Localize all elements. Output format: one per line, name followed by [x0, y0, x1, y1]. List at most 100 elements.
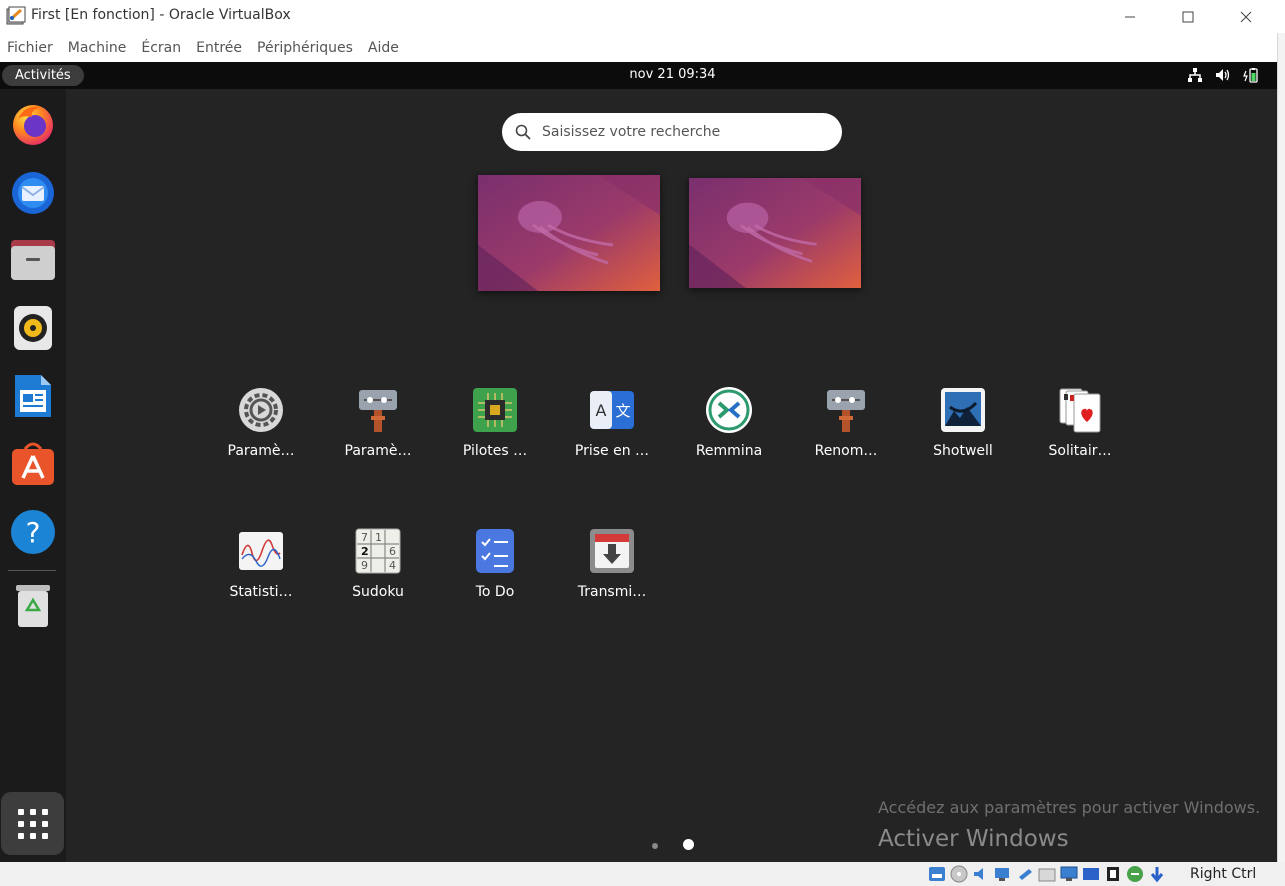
gnome-top-bar: Activités nov 21 09:34: [0, 62, 1277, 89]
cards-icon: [1059, 388, 1101, 433]
show-apps-button[interactable]: [1, 792, 64, 855]
workspace-thumbnail-1[interactable]: [478, 175, 660, 291]
virtualbox-app-icon: [6, 6, 26, 25]
optical-drive-icon[interactable]: [949, 865, 969, 883]
app-prise-en-charge-langues[interactable]: A 文 Prise en …: [557, 386, 667, 459]
svg-text:1: 1: [375, 531, 382, 544]
dock-writer[interactable]: [8, 371, 58, 421]
search-input[interactable]: [540, 123, 810, 141]
svg-text:4: 4: [389, 559, 396, 572]
network-icon: [1188, 68, 1202, 82]
windows-activation-title: Activer Windows: [878, 826, 1069, 852]
menu-fichier[interactable]: Fichier: [7, 37, 53, 59]
host-status-bar: Right Ctrl: [0, 862, 1285, 886]
svg-text:?: ?: [26, 516, 41, 549]
tweaks-icon: [359, 390, 397, 432]
windows-activation-subtitle: Accédez aux paramètres pour activer Wind…: [878, 798, 1261, 817]
shared-folder-icon[interactable]: [1037, 865, 1057, 883]
video-capture-icon[interactable]: [1081, 865, 1101, 883]
workspace-thumbnail-2[interactable]: [689, 178, 861, 288]
host-key-arrow-icon[interactable]: [1147, 865, 1167, 883]
app-solitaire[interactable]: Solitair…: [1025, 386, 1135, 459]
menu-entree[interactable]: Entrée: [196, 37, 242, 59]
download-icon: [590, 529, 634, 573]
dock-trash[interactable]: [8, 581, 58, 631]
page-indicator-2-active[interactable]: [683, 839, 694, 850]
menu-peripheriques[interactable]: Périphériques: [257, 37, 353, 59]
app-statistiques[interactable]: Statisti…: [206, 527, 316, 600]
rename-icon: [827, 390, 865, 432]
remote-desktop-icon: [706, 387, 752, 433]
app-grid-icon: [17, 808, 48, 839]
minimize-button[interactable]: [1101, 0, 1159, 33]
gear-icon: [239, 388, 283, 432]
maximize-icon: [1182, 11, 1194, 22]
dock-files[interactable]: [8, 235, 58, 285]
checklist-icon: [476, 529, 514, 573]
host-key-label: Right Ctrl: [1190, 866, 1257, 882]
search-icon: [515, 124, 531, 140]
audio-icon[interactable]: [971, 865, 991, 883]
dock-firefox[interactable]: [8, 99, 58, 149]
folder-icon: [11, 240, 55, 280]
app-label: Transmi…: [577, 584, 647, 600]
wallpaper-jellyfish: [478, 175, 660, 291]
window-title-bar: First [En fonction] - Oracle VirtualBox: [0, 0, 1285, 33]
hard-disk-icon[interactable]: [927, 865, 947, 883]
maximize-button[interactable]: [1159, 0, 1217, 33]
app-parametres[interactable]: Paramè…: [206, 386, 316, 459]
display-icon[interactable]: [1059, 865, 1079, 883]
document-icon: [15, 375, 51, 417]
svg-text:9: 9: [361, 559, 368, 572]
app-label: Sudoku: [352, 584, 404, 600]
app-remmina[interactable]: Remmina: [674, 386, 784, 459]
page-indicator-1[interactable]: [652, 843, 658, 849]
app-label: Paramè…: [227, 443, 295, 459]
overview-search[interactable]: [502, 113, 842, 151]
clock[interactable]: nov 21 09:34: [0, 67, 1277, 82]
app-label: Pilotes …: [462, 443, 528, 459]
system-tray[interactable]: [1187, 67, 1259, 83]
host-menu-bar: Fichier Machine Écran Entrée Périphériqu…: [0, 33, 1277, 62]
svg-text:A: A: [596, 401, 607, 420]
menu-ecran[interactable]: Écran: [141, 37, 181, 59]
app-sudoku[interactable]: 7 1 2 6 9 4 Sudoku: [323, 527, 433, 600]
app-label: Prise en …: [574, 443, 650, 459]
thunderbird-icon: [12, 172, 54, 214]
close-icon: [1240, 11, 1252, 22]
dock-thunderbird[interactable]: [8, 167, 58, 217]
app-ajustements[interactable]: Paramè…: [323, 386, 433, 459]
svg-text:7: 7: [361, 531, 368, 544]
dock-help[interactable]: ?: [8, 507, 58, 557]
app-to-do[interactable]: To Do: [440, 527, 550, 600]
usb-icon[interactable]: [1015, 865, 1035, 883]
wallpaper-jellyfish: [689, 178, 861, 288]
window-title: First [En fonction] - Oracle VirtualBox: [31, 7, 291, 23]
sudoku-icon: 7 1 2 6 9 4: [355, 528, 401, 574]
app-pilotes[interactable]: Pilotes …: [440, 386, 550, 459]
host-window-edge: [1277, 33, 1285, 862]
status-icons: [927, 865, 1167, 883]
translate-icon: A 文: [590, 391, 634, 429]
chip-icon: [473, 388, 517, 432]
app-label: Paramè…: [344, 443, 412, 459]
dock-ubuntu-software[interactable]: [8, 439, 58, 489]
app-label: Shotwell: [933, 443, 993, 459]
close-button[interactable]: [1217, 0, 1275, 33]
dock-separator: [8, 570, 56, 571]
firefox-icon: [13, 105, 53, 145]
menu-machine[interactable]: Machine: [68, 37, 127, 59]
app-label: Renom…: [814, 443, 878, 459]
dock-rhythmbox[interactable]: [8, 303, 58, 353]
minimize-icon: [1125, 16, 1135, 17]
menu-aide[interactable]: Aide: [368, 37, 399, 59]
speaker-icon: [14, 306, 52, 350]
app-shotwell[interactable]: Shotwell: [908, 386, 1018, 459]
network-adapter-icon[interactable]: [993, 865, 1013, 883]
app-transmission[interactable]: Transmi…: [557, 527, 667, 600]
app-renommer[interactable]: Renom…: [791, 386, 901, 459]
guest-screen: Activités nov 21 09:34 ? Saisissez votre…: [0, 62, 1277, 862]
cpu-icon[interactable]: [1103, 865, 1123, 883]
mouse-integration-icon[interactable]: [1125, 865, 1145, 883]
app-label: To Do: [475, 584, 515, 600]
